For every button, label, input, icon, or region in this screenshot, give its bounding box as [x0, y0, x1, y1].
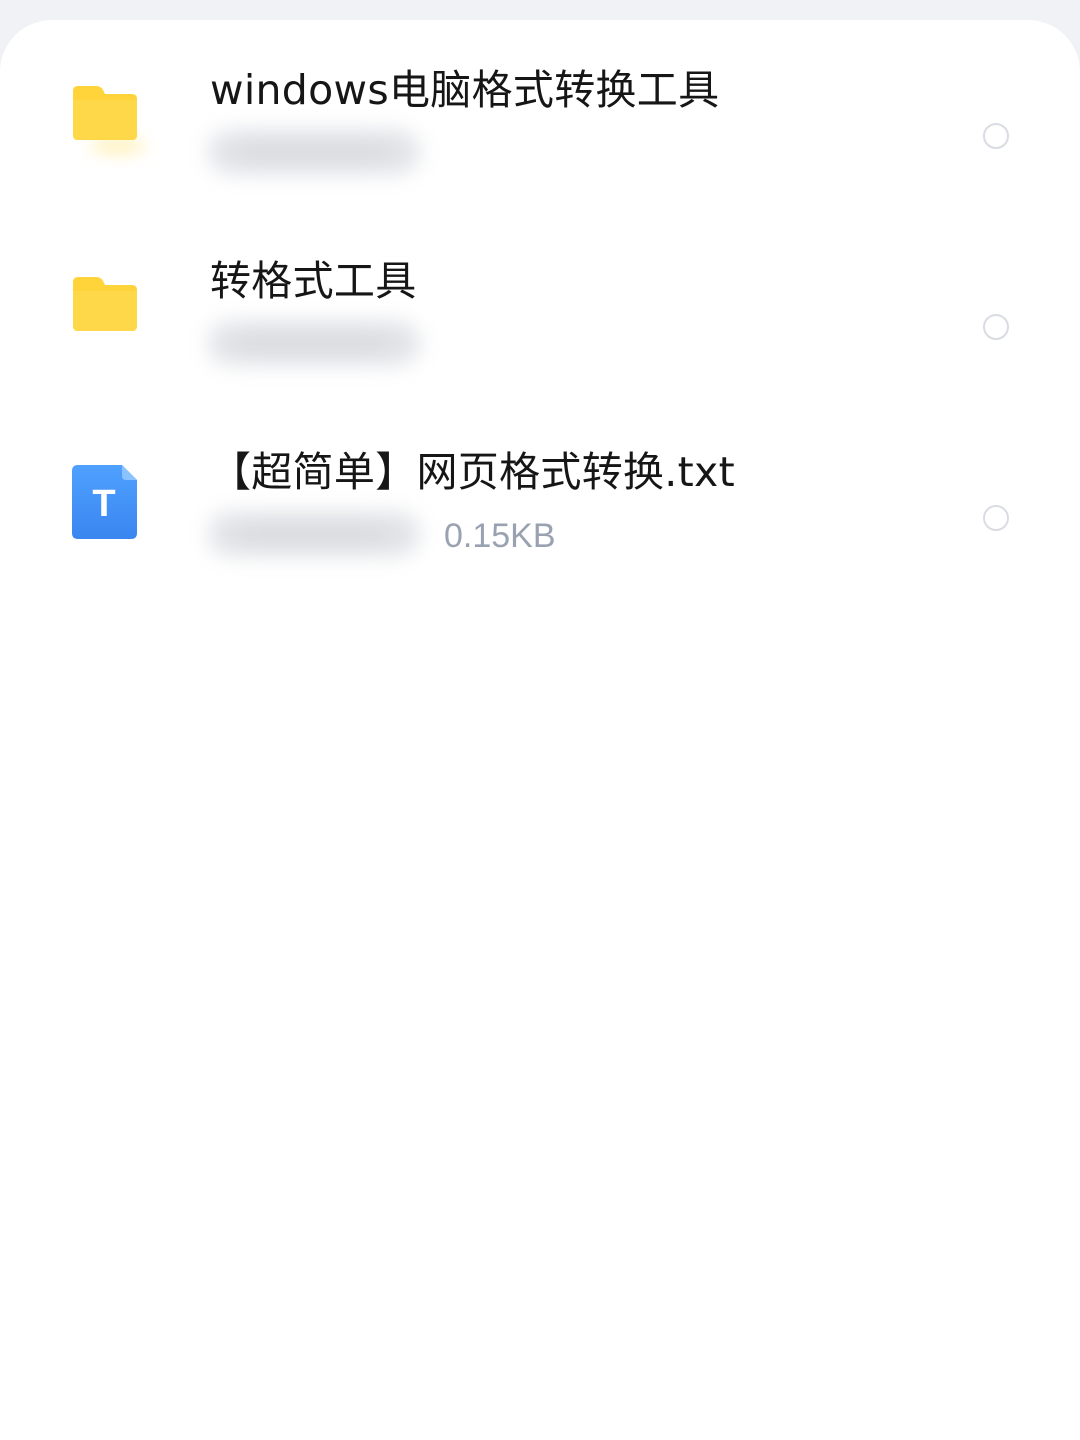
list-item[interactable]: 转格式工具: [0, 211, 1080, 401]
folder-icon: [72, 273, 138, 349]
select-radio[interactable]: [983, 505, 1009, 531]
redacted-date: [208, 130, 420, 174]
select-radio[interactable]: [983, 314, 1009, 340]
txt-icon-letter: T: [92, 483, 115, 525]
list-item[interactable]: windows电脑格式转换工具: [0, 20, 1080, 210]
list-item[interactable]: T 【超简单】网页格式转换.txt 0.15KB: [0, 402, 1080, 592]
file-meta: 0.15KB: [208, 512, 628, 562]
redacted-date: [208, 321, 420, 365]
file-meta: [208, 130, 628, 180]
file-list-sheet: windows电脑格式转换工具 转格式工具 T 【超简单】网页格式转换.txt …: [0, 20, 1080, 1440]
select-radio[interactable]: [983, 123, 1009, 149]
folder-icon: [72, 82, 146, 158]
file-meta: [208, 321, 628, 371]
file-size: 0.15KB: [444, 517, 556, 555]
file-name: windows电脑格式转换工具: [210, 66, 720, 114]
file-name: 【超简单】网页格式转换.txt: [210, 448, 735, 496]
txt-file-icon: T: [72, 464, 138, 540]
file-name: 转格式工具: [210, 257, 417, 305]
redacted-date: [208, 512, 420, 556]
